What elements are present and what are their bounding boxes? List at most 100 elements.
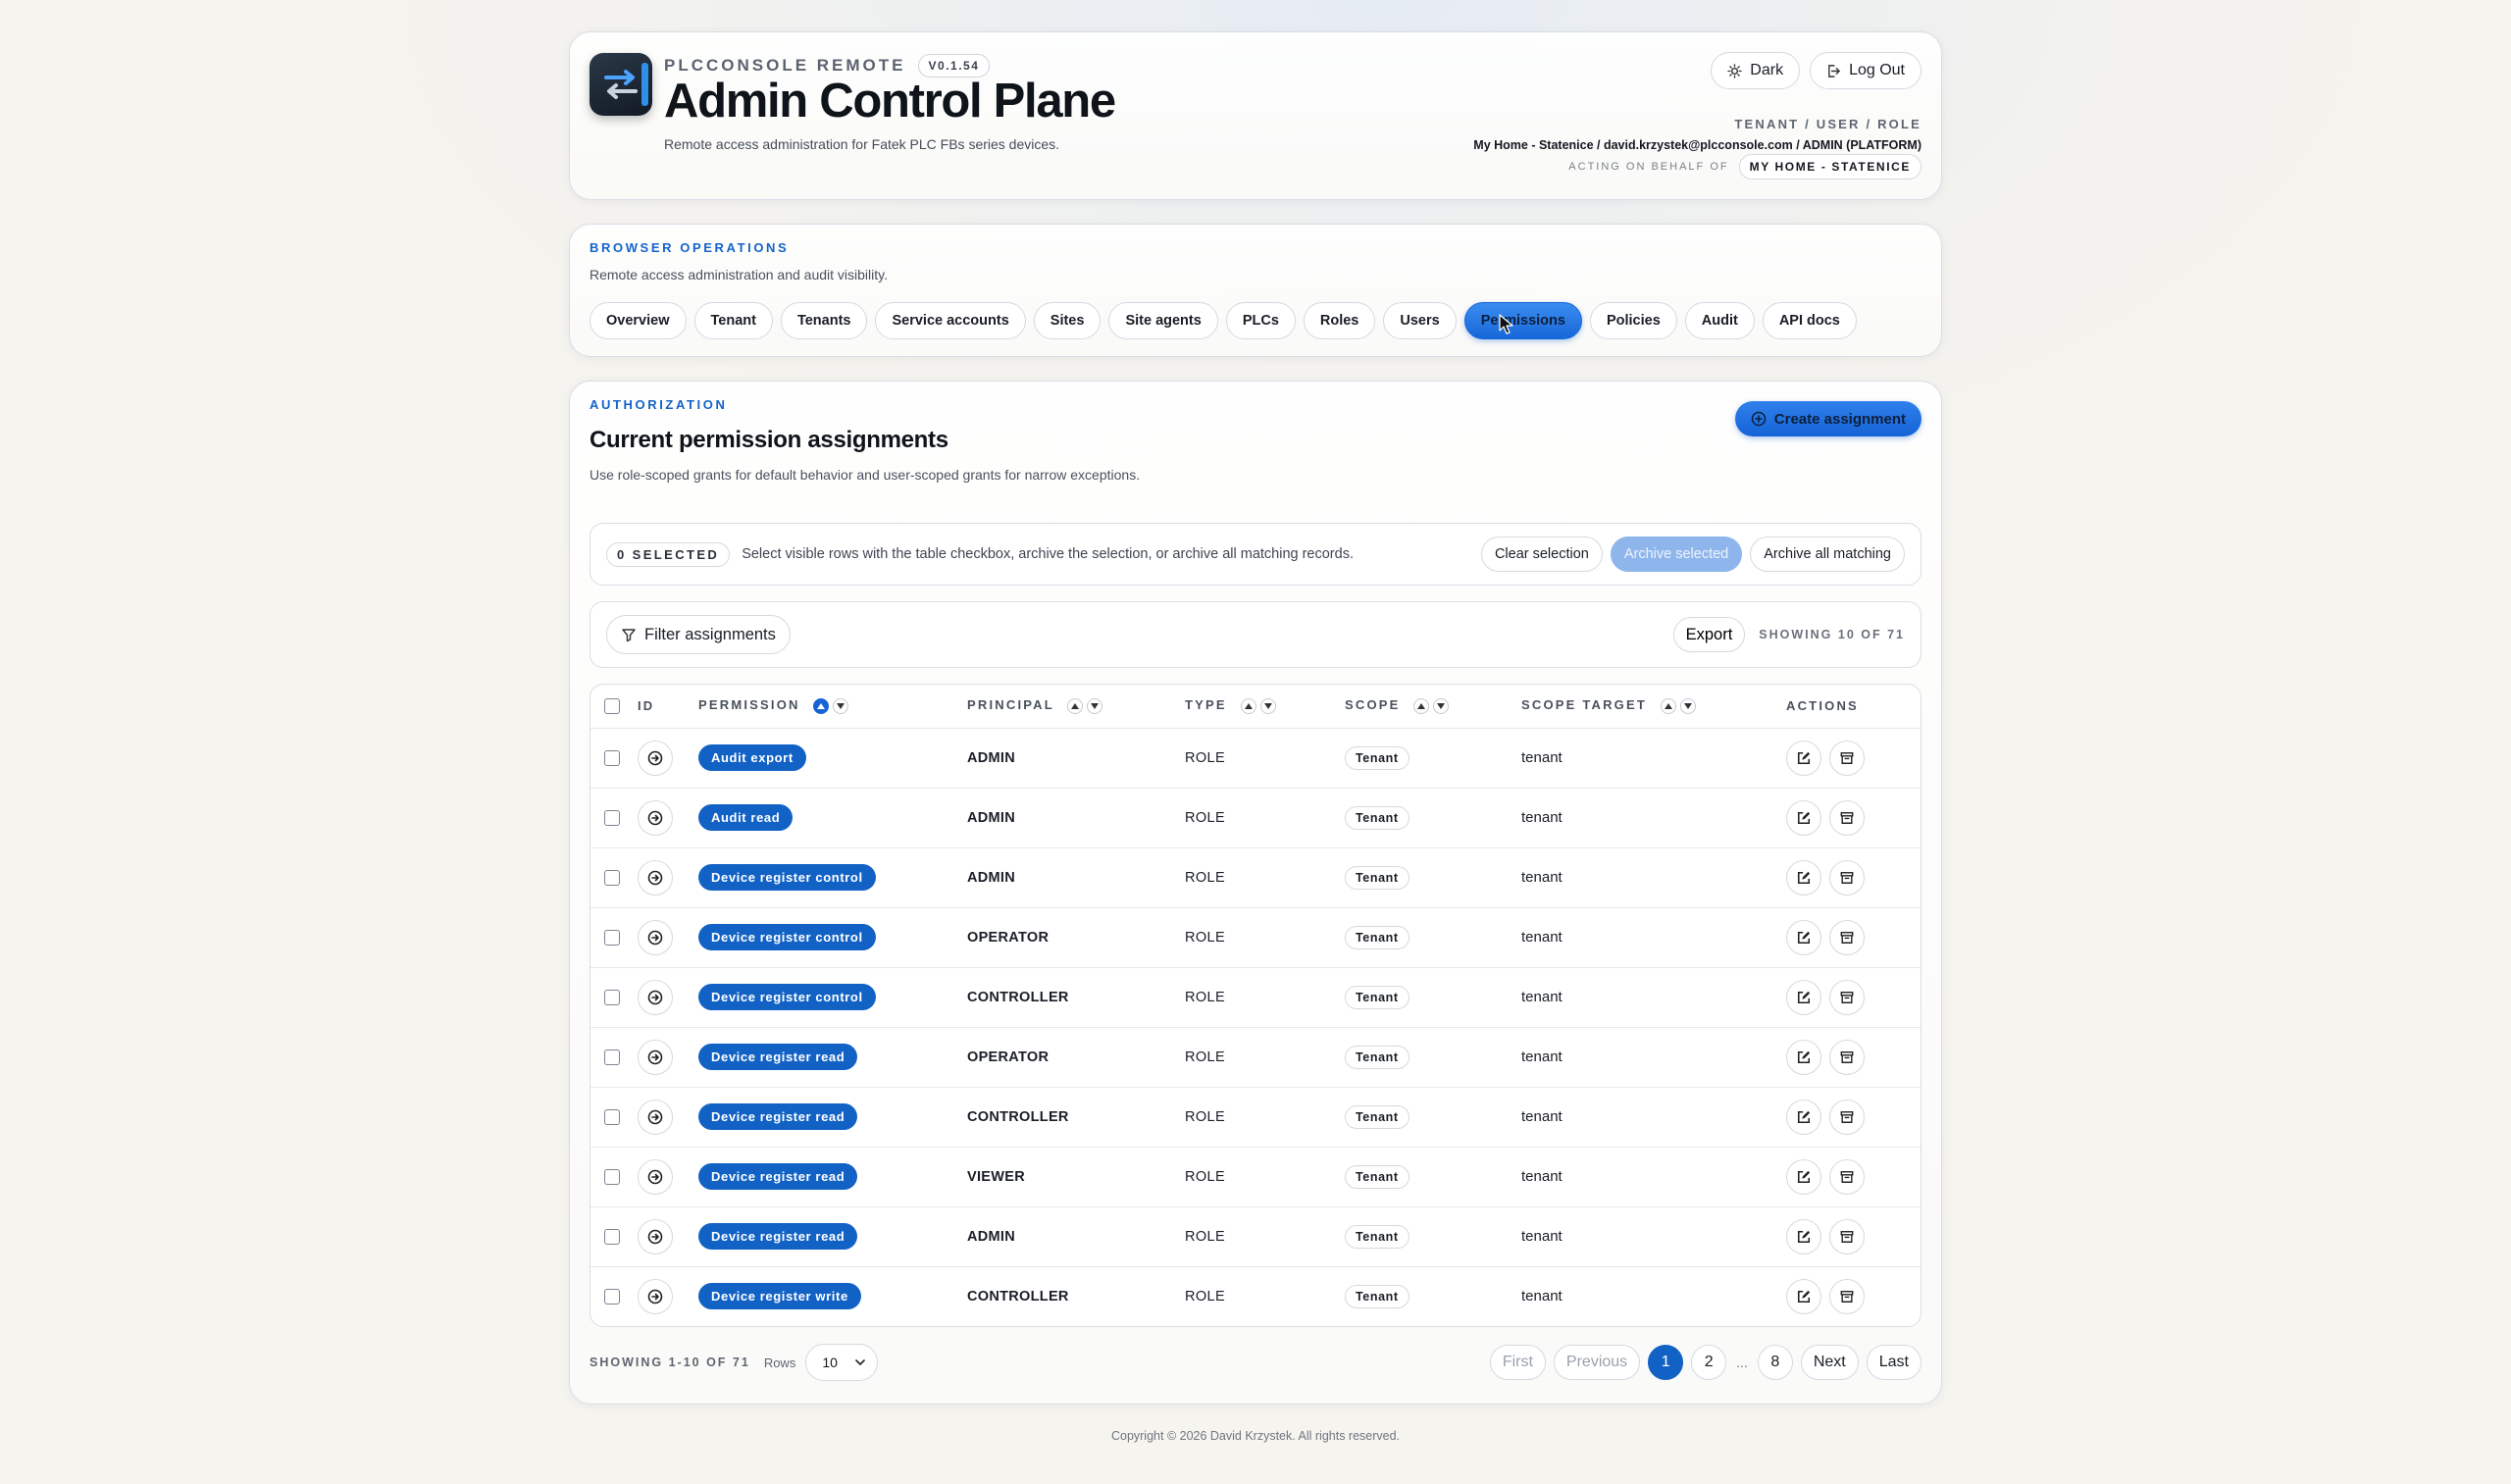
sort-desc-icon[interactable] xyxy=(1679,698,1696,715)
tab-policies[interactable]: Policies xyxy=(1589,302,1677,339)
page-2-button[interactable]: 2 xyxy=(1691,1345,1727,1380)
edit-button[interactable] xyxy=(1786,1099,1821,1135)
archive-button[interactable] xyxy=(1829,1158,1865,1195)
tab-site-agents[interactable]: Site agents xyxy=(1108,302,1218,339)
edit-button[interactable] xyxy=(1786,1158,1821,1195)
table-row: Device register read CONTROLLER ROLE Tenant… xyxy=(590,1087,1921,1148)
archive-button[interactable] xyxy=(1829,979,1865,1015)
col-scope-target[interactable]: SCOPE TARGET xyxy=(1521,685,1786,729)
col-scope[interactable]: SCOPE xyxy=(1345,685,1521,729)
row-checkbox[interactable] xyxy=(604,870,620,887)
last-page-button[interactable]: Last xyxy=(1866,1345,1922,1380)
sort-desc-icon[interactable] xyxy=(1433,698,1450,715)
page-1-button[interactable]: 1 xyxy=(1648,1345,1684,1380)
edit-button[interactable] xyxy=(1786,979,1821,1015)
tab-tenant[interactable]: Tenant xyxy=(693,302,773,339)
tab-permissions[interactable]: Permissions xyxy=(1463,302,1582,339)
logout-button[interactable]: Log Out xyxy=(1810,52,1922,89)
header-card: PLCCONSOLE REMOTE V0.1.54 Admin Control … xyxy=(569,31,1942,200)
tab-users[interactable]: Users xyxy=(1383,302,1457,339)
next-page-button[interactable]: Next xyxy=(1800,1345,1859,1380)
row-checkbox[interactable] xyxy=(604,1049,620,1066)
tab-service-accounts[interactable]: Service accounts xyxy=(875,302,1026,339)
tab-audit[interactable]: Audit xyxy=(1684,302,1755,339)
archive-button[interactable] xyxy=(1829,1278,1865,1314)
arrow-right-circle-icon xyxy=(647,1049,663,1064)
table-row: Device register read VIEWER ROLE Tenant tena… xyxy=(590,1147,1921,1207)
first-page-button[interactable]: First xyxy=(1489,1345,1546,1380)
arrow-right-circle-icon xyxy=(647,990,663,1004)
sort-asc-icon[interactable] xyxy=(813,698,830,715)
col-principal[interactable]: PRINCIPAL xyxy=(967,685,1185,729)
filter-assignments-button[interactable]: Filter assignments xyxy=(606,615,791,654)
row-checkbox[interactable] xyxy=(604,1169,620,1186)
col-type[interactable]: TYPE xyxy=(1185,685,1345,729)
edit-button[interactable] xyxy=(1786,1039,1821,1075)
sort-desc-icon[interactable] xyxy=(1087,698,1103,715)
col-permission[interactable]: PERMISSION xyxy=(698,685,967,729)
archive-button[interactable] xyxy=(1829,799,1865,836)
row-checkbox[interactable] xyxy=(604,750,620,767)
row-checkbox[interactable] xyxy=(604,930,620,947)
row-checkbox[interactable] xyxy=(604,1229,620,1246)
archive-button[interactable] xyxy=(1829,919,1865,955)
sort-desc-icon[interactable] xyxy=(833,698,849,715)
select-all-checkbox[interactable] xyxy=(604,698,620,715)
open-detail-button[interactable] xyxy=(638,740,673,776)
row-checkbox[interactable] xyxy=(604,1109,620,1126)
page-8-button[interactable]: 8 xyxy=(1757,1345,1793,1380)
edit-button[interactable] xyxy=(1786,740,1821,776)
rows-per-page-select[interactable]: 10 xyxy=(805,1344,879,1381)
archive-all-matching-button[interactable]: Archive all matching xyxy=(1750,537,1905,572)
archive-icon xyxy=(1840,751,1854,764)
row-checkbox[interactable] xyxy=(604,990,620,1006)
open-detail-button[interactable] xyxy=(638,1099,673,1135)
export-button[interactable]: Export xyxy=(1672,617,1746,652)
scope-target-cell: tenant xyxy=(1521,749,1563,766)
table-row: Device register read OPERATOR ROLE Tenant te… xyxy=(590,1027,1921,1088)
clear-selection-button[interactable]: Clear selection xyxy=(1480,537,1603,572)
archive-button[interactable] xyxy=(1829,1039,1865,1075)
open-detail-button[interactable] xyxy=(638,1218,673,1254)
row-checkbox[interactable] xyxy=(604,1289,620,1305)
open-detail-button[interactable] xyxy=(638,1039,673,1075)
open-detail-button[interactable] xyxy=(638,799,673,836)
archive-selected-button[interactable]: Archive selected xyxy=(1610,537,1743,572)
sort-asc-icon[interactable] xyxy=(1413,698,1430,715)
row-checkbox[interactable] xyxy=(604,810,620,827)
theme-toggle-button[interactable]: Dark xyxy=(1711,52,1801,89)
edit-icon xyxy=(1797,1170,1811,1183)
edit-button[interactable] xyxy=(1786,1278,1821,1314)
type-cell: ROLE xyxy=(1185,1289,1226,1305)
arrow-right-circle-icon xyxy=(647,750,663,765)
archive-button[interactable] xyxy=(1829,1218,1865,1254)
tab-plcs[interactable]: PLCs xyxy=(1225,302,1296,339)
tab-api-docs[interactable]: API docs xyxy=(1762,302,1857,339)
open-detail-button[interactable] xyxy=(638,1158,673,1195)
create-assignment-button[interactable]: Create assignment xyxy=(1734,401,1922,436)
table-row: Device register read ADMIN ROLE Tenant tenan… xyxy=(590,1206,1921,1267)
sort-desc-icon[interactable] xyxy=(1259,698,1276,715)
archive-button[interactable] xyxy=(1829,740,1865,776)
archive-button[interactable] xyxy=(1829,859,1865,896)
tab-overview[interactable]: Overview xyxy=(589,302,687,339)
open-detail-button[interactable] xyxy=(638,979,673,1015)
edit-button[interactable] xyxy=(1786,859,1821,896)
archive-button[interactable] xyxy=(1829,1099,1865,1135)
sort-asc-icon[interactable] xyxy=(1067,698,1084,715)
open-detail-button[interactable] xyxy=(638,919,673,955)
tab-tenants[interactable]: Tenants xyxy=(780,302,868,339)
edit-button[interactable] xyxy=(1786,919,1821,955)
open-detail-button[interactable] xyxy=(638,859,673,896)
sort-asc-icon[interactable] xyxy=(1240,698,1256,715)
previous-page-button[interactable]: Previous xyxy=(1553,1345,1641,1380)
tab-sites[interactable]: Sites xyxy=(1033,302,1102,339)
sort-asc-icon[interactable] xyxy=(1660,698,1676,715)
col-type-label: TYPE xyxy=(1185,697,1227,713)
tab-roles[interactable]: Roles xyxy=(1303,302,1376,339)
scope-target-cell: tenant xyxy=(1521,989,1563,1005)
open-detail-button[interactable] xyxy=(638,1278,673,1314)
permission-badge: Device register read xyxy=(698,1103,858,1130)
edit-button[interactable] xyxy=(1786,799,1821,836)
edit-button[interactable] xyxy=(1786,1218,1821,1254)
